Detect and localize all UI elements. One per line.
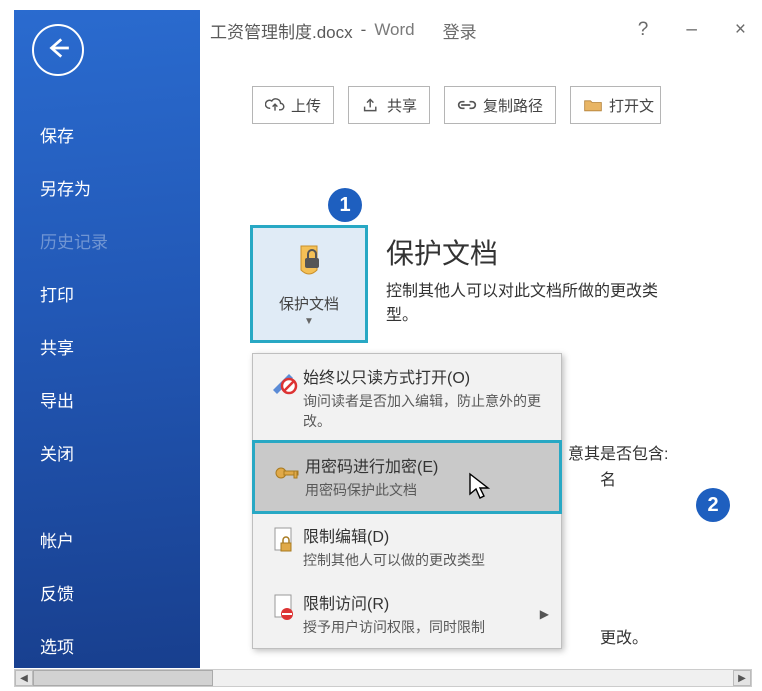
scroll-right-button[interactable]: ▶: [733, 670, 751, 686]
menu-item-restrict-edit-title: 限制编辑(D): [303, 523, 549, 547]
shield-lock-icon: [287, 242, 331, 287]
help-button[interactable]: ?: [630, 15, 657, 45]
app-name: Word: [374, 20, 414, 40]
sidebar-item-save[interactable]: 保存: [14, 108, 200, 161]
protect-document-heading: 保护文档: [386, 232, 686, 272]
scroll-left-button[interactable]: ◀: [15, 670, 33, 686]
upload-label: 上传: [291, 95, 321, 116]
sidebar-item-print[interactable]: 打印: [14, 267, 200, 320]
back-button[interactable]: [32, 24, 84, 76]
pen-prohibit-icon: [265, 364, 303, 396]
open-file-location-label: 打开文: [609, 95, 654, 116]
document-lock-icon: [265, 523, 303, 555]
share-button[interactable]: 共享: [348, 86, 430, 124]
copy-path-button[interactable]: 复制路径: [444, 86, 556, 124]
menu-item-restrict-edit[interactable]: 限制编辑(D) 控制其他人可以做的更改类型: [253, 513, 561, 581]
key-icon: [267, 453, 305, 485]
document-name: 工资管理制度.docx: [210, 18, 353, 43]
sidebar-item-feedback[interactable]: 反馈: [14, 566, 200, 619]
sidebar-item-share[interactable]: 共享: [14, 320, 200, 373]
protect-document-label: 保护文档: [279, 293, 339, 314]
protect-document-button[interactable]: 保护文档 ▼: [250, 225, 368, 343]
inspect-document-partial-text-3: 更改。: [600, 624, 648, 648]
document-prohibit-icon: [265, 590, 303, 622]
cloud-upload-icon: [265, 97, 285, 113]
sidebar-item-options[interactable]: 选项: [14, 619, 200, 672]
copy-path-label: 复制路径: [483, 95, 543, 116]
menu-item-encrypt-title: 用密码进行加密(E): [305, 453, 547, 477]
folder-open-icon: [583, 97, 603, 113]
scroll-thumb[interactable]: [33, 670, 213, 686]
close-window-button[interactable]: ×: [727, 15, 754, 45]
sidebar-item-export[interactable]: 导出: [14, 373, 200, 426]
menu-item-readonly-desc: 询问读者是否加入编辑，防止意外的更改。: [303, 392, 549, 431]
inspect-document-partial-text: 意其是否包含:: [568, 440, 668, 464]
menu-item-encrypt[interactable]: 用密码进行加密(E) 用密码保护此文档: [252, 440, 562, 514]
menu-item-restrict-edit-desc: 控制其他人可以做的更改类型: [303, 551, 549, 571]
sidebar-item-history: 历史记录: [14, 214, 200, 267]
share-label: 共享: [387, 95, 417, 116]
open-file-location-button[interactable]: 打开文: [570, 86, 661, 124]
annotation-step-2: 2: [696, 488, 730, 522]
backstage-sidebar: 保存 另存为 历史记录 打印 共享 导出 关闭 帐户 反馈 选项: [14, 10, 200, 668]
minimize-button[interactable]: –: [678, 15, 705, 45]
link-icon: [457, 98, 477, 112]
menu-item-readonly-title: 始终以只读方式打开(O): [303, 364, 549, 388]
upload-button[interactable]: 上传: [252, 86, 334, 124]
submenu-arrow-icon: ▶: [540, 607, 549, 621]
menu-item-encrypt-desc: 用密码保护此文档: [305, 481, 547, 501]
sidebar-item-close[interactable]: 关闭: [14, 426, 200, 479]
horizontal-scrollbar[interactable]: ◀ ▶: [14, 669, 752, 687]
menu-item-readonly[interactable]: 始终以只读方式打开(O) 询问读者是否加入编辑，防止意外的更改。: [253, 354, 561, 441]
share-icon: [361, 97, 381, 113]
info-toolbar: 上传 共享 复制路径 打开文: [252, 86, 661, 124]
login-link[interactable]: 登录: [443, 18, 477, 43]
title-separator: -: [361, 20, 367, 40]
scroll-track[interactable]: [33, 670, 733, 686]
back-arrow-icon: [45, 35, 71, 66]
menu-item-restrict-access-desc: 授予用户访问权限，同时限制: [303, 618, 536, 638]
menu-item-restrict-access-title: 限制访问(R): [303, 590, 536, 614]
annotation-step-1: 1: [328, 188, 362, 222]
inspect-document-partial-text-2: 名: [600, 466, 616, 490]
sidebar-item-account[interactable]: 帐户: [14, 513, 200, 566]
sidebar-item-saveas[interactable]: 另存为: [14, 161, 200, 214]
protect-document-description: 控制其他人可以对此文档所做的更改类型。: [386, 280, 686, 328]
menu-item-restrict-access[interactable]: 限制访问(R) 授予用户访问权限，同时限制 ▶: [253, 580, 561, 648]
protect-document-menu: 始终以只读方式打开(O) 询问读者是否加入编辑，防止意外的更改。 用密码进行加密…: [252, 353, 562, 649]
title-bar: 工资管理制度.docx - Word 登录 ? – ×: [200, 10, 762, 50]
dropdown-arrow-icon: ▼: [304, 316, 314, 327]
